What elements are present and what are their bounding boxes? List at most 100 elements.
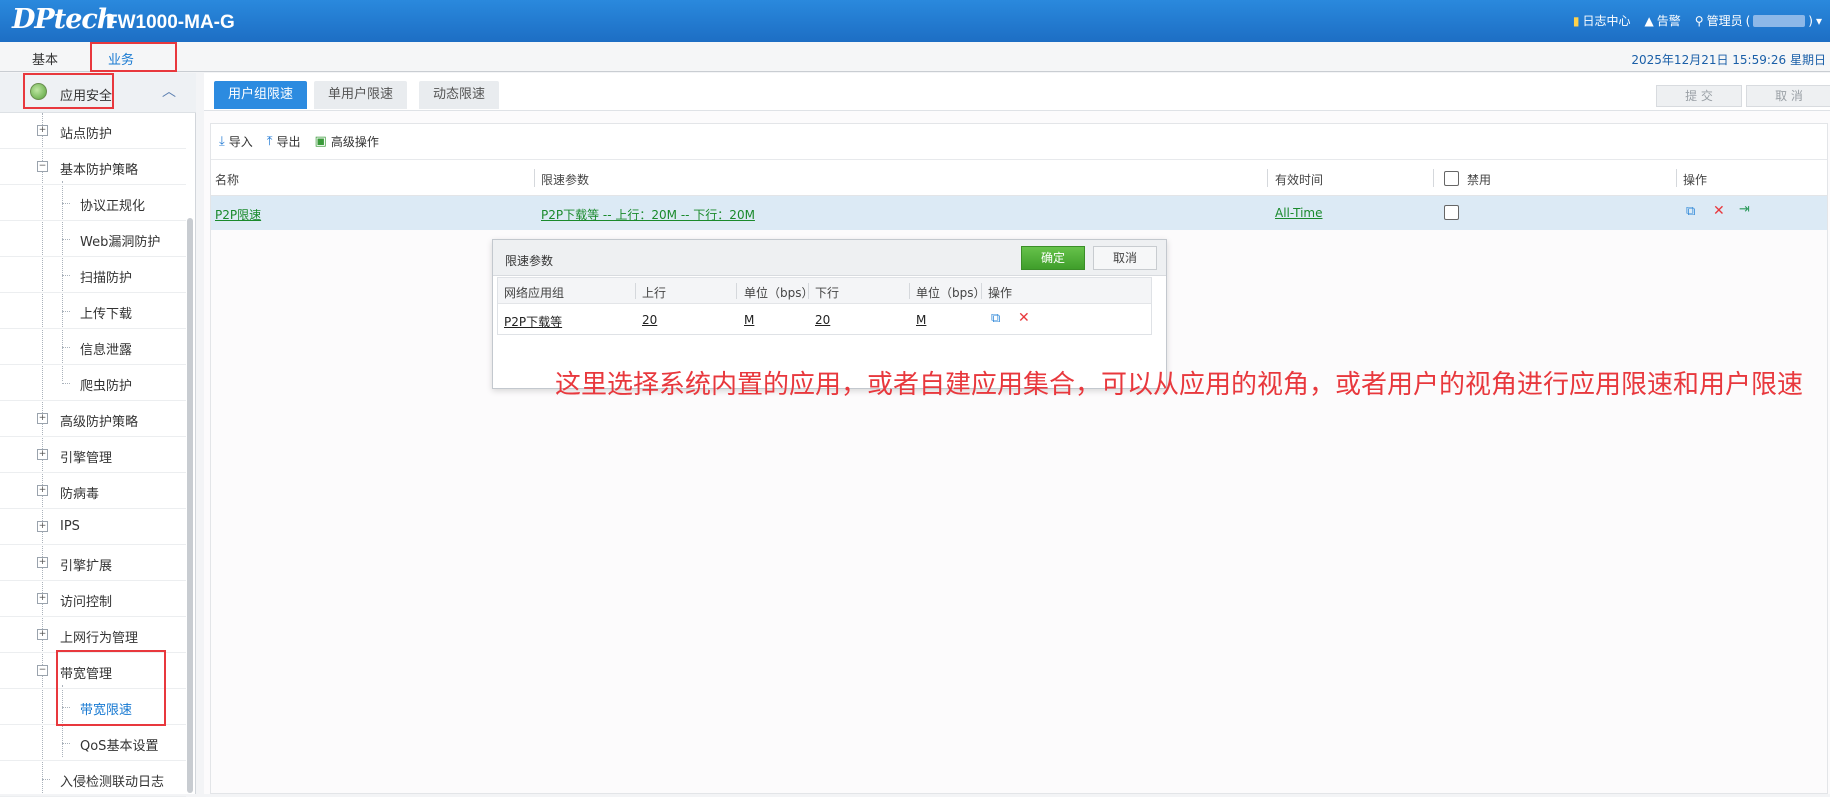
tree-connector	[62, 347, 70, 348]
sidebar-item[interactable]: + 高级防护策略	[0, 401, 186, 437]
brand-logo: DPtech	[12, 4, 116, 35]
delete-icon[interactable]: ✕	[1713, 203, 1725, 219]
expand-icon[interactable]: +	[37, 521, 48, 532]
tree-connector	[62, 239, 70, 240]
sidebar-item-label: 上网行为管理	[60, 631, 139, 646]
tree-connector	[62, 383, 70, 384]
sidebar-item[interactable]: Web漏洞防护	[0, 221, 186, 257]
log-center-link[interactable]: ▮ 日志中心	[1573, 12, 1631, 29]
tree-connector	[62, 311, 70, 312]
tree-connector	[62, 275, 70, 276]
sidebar-item[interactable]: + 引擎扩展	[0, 545, 186, 581]
sidebar-item-label: 访问控制	[60, 595, 113, 610]
sidebar-item[interactable]: 协议正规化	[0, 185, 186, 221]
app-group-value[interactable]: P2P下载等	[504, 313, 562, 330]
col-params: 限速参数	[541, 173, 590, 187]
sidebar-item[interactable]: + 上网行为管理	[0, 617, 186, 653]
upstream-unit[interactable]: M	[744, 313, 754, 327]
expand-icon[interactable]: +	[37, 449, 48, 460]
popup-grid-header: 网络应用组 上行 单位（bps） 下行 单位（bps） 操作	[498, 278, 1151, 304]
sidebar-scrollbar[interactable]	[187, 218, 193, 793]
table-row[interactable]: P2P限速 P2P下载等 -- 上行：20M -- 下行：20M All-Tim…	[211, 196, 1827, 230]
tab-single-user-limit[interactable]: 单用户限速	[314, 81, 408, 109]
expand-icon[interactable]: +	[37, 629, 48, 640]
rate-limit-tabs: 用户组限速 单用户限速 动态限速 提 交 取 消	[204, 73, 1830, 111]
sidebar-item-label: IPS	[60, 519, 80, 534]
sidebar-item-label: QoS基本设置	[80, 739, 159, 754]
row-params-link[interactable]: P2P下载等 -- 上行：20M -- 下行：20M	[541, 206, 755, 223]
upstream-value[interactable]: 20	[642, 313, 657, 327]
downstream-value[interactable]: 20	[815, 313, 830, 327]
popup-cancel-button[interactable]: 取消	[1093, 246, 1157, 270]
sidebar-item[interactable]: 爬虫防护	[0, 365, 186, 401]
popup-header: 限速参数 确定 取消	[493, 240, 1166, 276]
export-button[interactable]: ⤒ 导出	[267, 133, 301, 150]
nav-tab-basic[interactable]: 基本	[32, 49, 58, 68]
sidebar-item[interactable]: + 防病毒	[0, 473, 186, 509]
sidebar-item[interactable]: 信息泄露	[0, 329, 186, 365]
advanced-icon: ▣	[314, 134, 327, 149]
sidebar-item[interactable]: + 访问控制	[0, 581, 186, 617]
export-icon: ⤒	[266, 134, 273, 149]
main-panel: 用户组限速 单用户限速 动态限速 提 交 取 消 ⤓ 导入 ⤒ 导出 ▣ 高级操…	[204, 73, 1830, 794]
nav-tab-business[interactable]: 业务	[108, 49, 134, 68]
expand-icon[interactable]: +	[37, 557, 48, 568]
popup-copy-icon[interactable]: ⧉	[991, 311, 1000, 326]
collapse-icon[interactable]: −	[37, 161, 48, 172]
expand-icon[interactable]: +	[37, 593, 48, 604]
chevron-up-icon[interactable]: ︿	[162, 81, 176, 101]
tree-connector	[42, 779, 50, 780]
sidebar-item[interactable]: + 引擎管理	[0, 437, 186, 473]
advanced-operations-button[interactable]: ▣ 高级操作	[315, 133, 379, 150]
cancel-button[interactable]: 取 消	[1746, 85, 1830, 107]
confirm-button[interactable]: 确定	[1021, 246, 1085, 270]
sidebar-item[interactable]: 扫描防护	[0, 257, 186, 293]
sidebar-item[interactable]: 入侵检测联动日志	[0, 761, 186, 797]
alarm-link[interactable]: ▲ 告警	[1645, 12, 1681, 29]
row-name-link[interactable]: P2P限速	[215, 206, 261, 223]
disable-all-checkbox[interactable]	[1444, 171, 1459, 186]
sidebar-item-label: 高级防护策略	[60, 415, 139, 430]
row-time-link[interactable]: All-Time	[1275, 206, 1322, 220]
expand-icon[interactable]: +	[37, 125, 48, 136]
app-security-icon	[30, 83, 47, 100]
sidebar-item[interactable]: − 带宽管理	[0, 653, 186, 689]
tab-user-group-limit[interactable]: 用户组限速	[214, 81, 308, 109]
collapse-icon[interactable]: −	[37, 665, 48, 676]
tab-dynamic-limit[interactable]: 动态限速	[419, 81, 500, 109]
popup-grid-row[interactable]: P2P下载等 20 M 20 M ⧉ ✕	[498, 305, 1151, 335]
row-disable-checkbox[interactable]	[1444, 205, 1459, 220]
top-nav: 基本 业务 2025年12月21日 15:59:26 星期日	[0, 42, 1830, 72]
toolbar: ⤓ 导入 ⤒ 导出 ▣ 高级操作	[211, 124, 1827, 160]
sidebar-item-label: 带宽限速	[80, 703, 133, 718]
col-time: 有效时间	[1275, 173, 1324, 187]
import-button[interactable]: ⤓ 导入	[219, 133, 253, 150]
sidebar-item[interactable]: 带宽限速	[0, 689, 186, 725]
sidebar-item[interactable]: + 站点防护	[0, 113, 186, 149]
admin-menu[interactable]: ⚲ 管理员 ( ) ▾	[1695, 12, 1822, 29]
col-ops: 操作	[1683, 173, 1708, 187]
sidebar-item[interactable]: QoS基本设置	[0, 725, 186, 761]
tree-connector	[62, 203, 70, 204]
submit-button[interactable]: 提 交	[1656, 85, 1742, 107]
sidebar-item-label: 引擎管理	[60, 451, 113, 466]
downstream-unit[interactable]: M	[916, 313, 926, 327]
sidebar-item[interactable]: 上传下载	[0, 293, 186, 329]
app-header: DPtech FW1000-MA-G ▮ 日志中心 ▲ 告警 ⚲ 管理员 ( )…	[0, 0, 1830, 42]
tree-connector	[62, 743, 70, 744]
table-header: 名称 限速参数 有效时间 禁用 操作	[211, 160, 1827, 196]
copy-icon[interactable]: ⧉	[1686, 204, 1695, 219]
sidebar-item[interactable]: + IPS	[0, 509, 186, 545]
sidebar-section-app-security[interactable]: 应用安全 ︿	[0, 73, 196, 113]
expand-icon[interactable]: +	[37, 485, 48, 496]
sidebar-item-label: 信息泄露	[80, 343, 133, 358]
sidebar-item[interactable]: − 基本防护策略	[0, 149, 186, 185]
tree-connector	[62, 707, 70, 708]
col-disable: 禁用	[1467, 173, 1492, 187]
expand-icon[interactable]: +	[37, 413, 48, 424]
popup-grid: 网络应用组 上行 单位（bps） 下行 单位（bps） 操作 P2P下载等 20…	[497, 277, 1152, 335]
popup-delete-icon[interactable]: ✕	[1018, 310, 1030, 326]
insert-icon[interactable]: ⇥	[1739, 202, 1750, 217]
popup-title: 限速参数	[505, 254, 554, 268]
sidebar-item-label: 上传下载	[80, 307, 133, 322]
